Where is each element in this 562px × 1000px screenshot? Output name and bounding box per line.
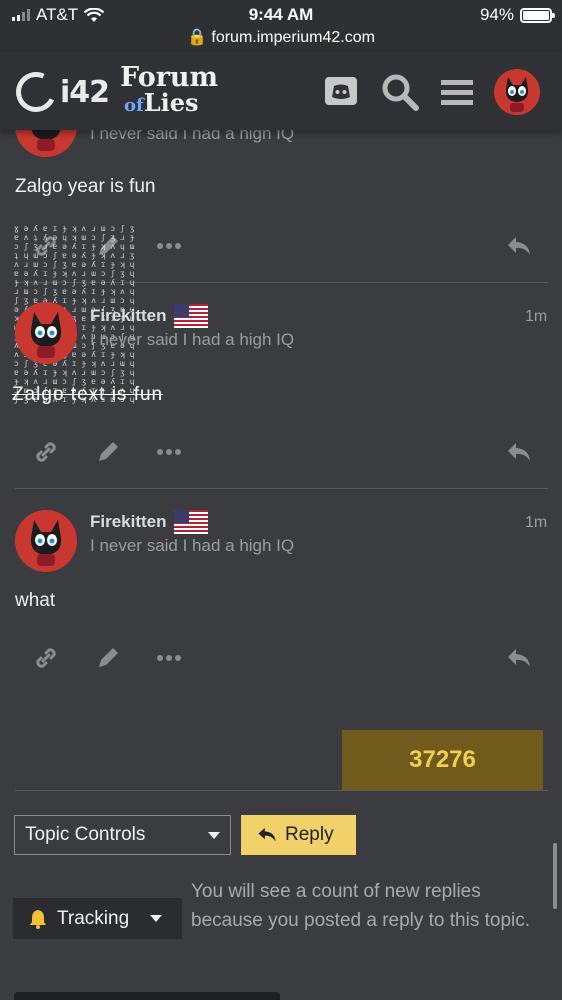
username[interactable]: Firekitten <box>90 306 167 326</box>
edit-icon[interactable] <box>94 644 122 672</box>
topic-controls-label: Topic Controls <box>25 824 146 845</box>
battery-icon <box>520 7 555 23</box>
chevron-down-icon <box>150 915 162 922</box>
scrollbar[interactable] <box>553 843 557 909</box>
status-bar: AT&T 9:44 AM 94% 🔒 forum.imperium42.com <box>0 0 562 52</box>
reply-icon[interactable] <box>505 232 533 260</box>
reply-icon[interactable] <box>505 438 533 466</box>
clock: 9:44 AM <box>248 5 314 24</box>
reply-button[interactable]: Reply <box>241 815 356 855</box>
link-icon[interactable] <box>32 438 60 466</box>
post-time[interactable]: 1m <box>525 308 547 326</box>
url-text: forum.imperium42.com <box>211 29 375 46</box>
reply-arrow-icon <box>258 827 276 842</box>
chevron-down-icon <box>208 832 220 839</box>
lock-icon: 🔒 <box>187 29 207 46</box>
edit-icon[interactable] <box>94 438 122 466</box>
post-divider <box>15 488 548 489</box>
topic-controls-dropdown[interactable]: Topic Controls <box>14 815 231 855</box>
post-body: Zalgo text is fun <box>12 384 164 405</box>
forum-of-lies-logo[interactable]: Forum ofLies <box>120 64 218 115</box>
user-avatar[interactable] <box>494 69 540 115</box>
more-icon[interactable] <box>155 644 183 672</box>
post-actions <box>0 438 562 478</box>
site-header: i42 Forum ofLies <box>0 52 562 130</box>
us-flag-icon <box>174 510 208 534</box>
user-title: I never said I had a high IQ <box>90 536 295 555</box>
i42-logo[interactable]: i42 <box>10 66 110 118</box>
post-time[interactable]: 1m <box>525 514 547 532</box>
hamburger-menu-icon[interactable] <box>438 72 478 112</box>
search-icon[interactable] <box>380 72 420 112</box>
bell-icon <box>30 909 46 929</box>
user-title: I never said I had a high IQ <box>90 330 295 349</box>
suggested-topics-peek <box>14 992 280 1000</box>
reply-label: Reply <box>285 824 334 845</box>
post-body: what <box>15 590 56 611</box>
battery: 94% <box>479 5 555 25</box>
address-bar[interactable]: 🔒 forum.imperium42.com <box>0 27 562 47</box>
more-icon[interactable] <box>155 438 183 466</box>
counter-badge: 37276 <box>342 730 543 790</box>
notification-note: You will see a count of new replies beca… <box>191 881 531 931</box>
logo-ring-icon <box>10 66 62 118</box>
post-actions <box>0 644 562 684</box>
tracking-dropdown[interactable]: Tracking <box>13 898 182 939</box>
discord-icon[interactable] <box>322 72 362 112</box>
us-flag-icon <box>174 304 208 328</box>
tracking-label: Tracking <box>57 907 130 929</box>
link-icon[interactable] <box>32 644 60 672</box>
avatar[interactable] <box>15 510 77 572</box>
logo-text: i42 <box>60 74 110 110</box>
battery-percent: 94% <box>479 5 514 24</box>
post-divider <box>15 790 548 791</box>
avatar[interactable] <box>15 302 77 364</box>
username[interactable]: Firekitten <box>90 512 167 532</box>
post-body: Zalgo year is fun <box>15 176 156 197</box>
reply-icon[interactable] <box>505 644 533 672</box>
